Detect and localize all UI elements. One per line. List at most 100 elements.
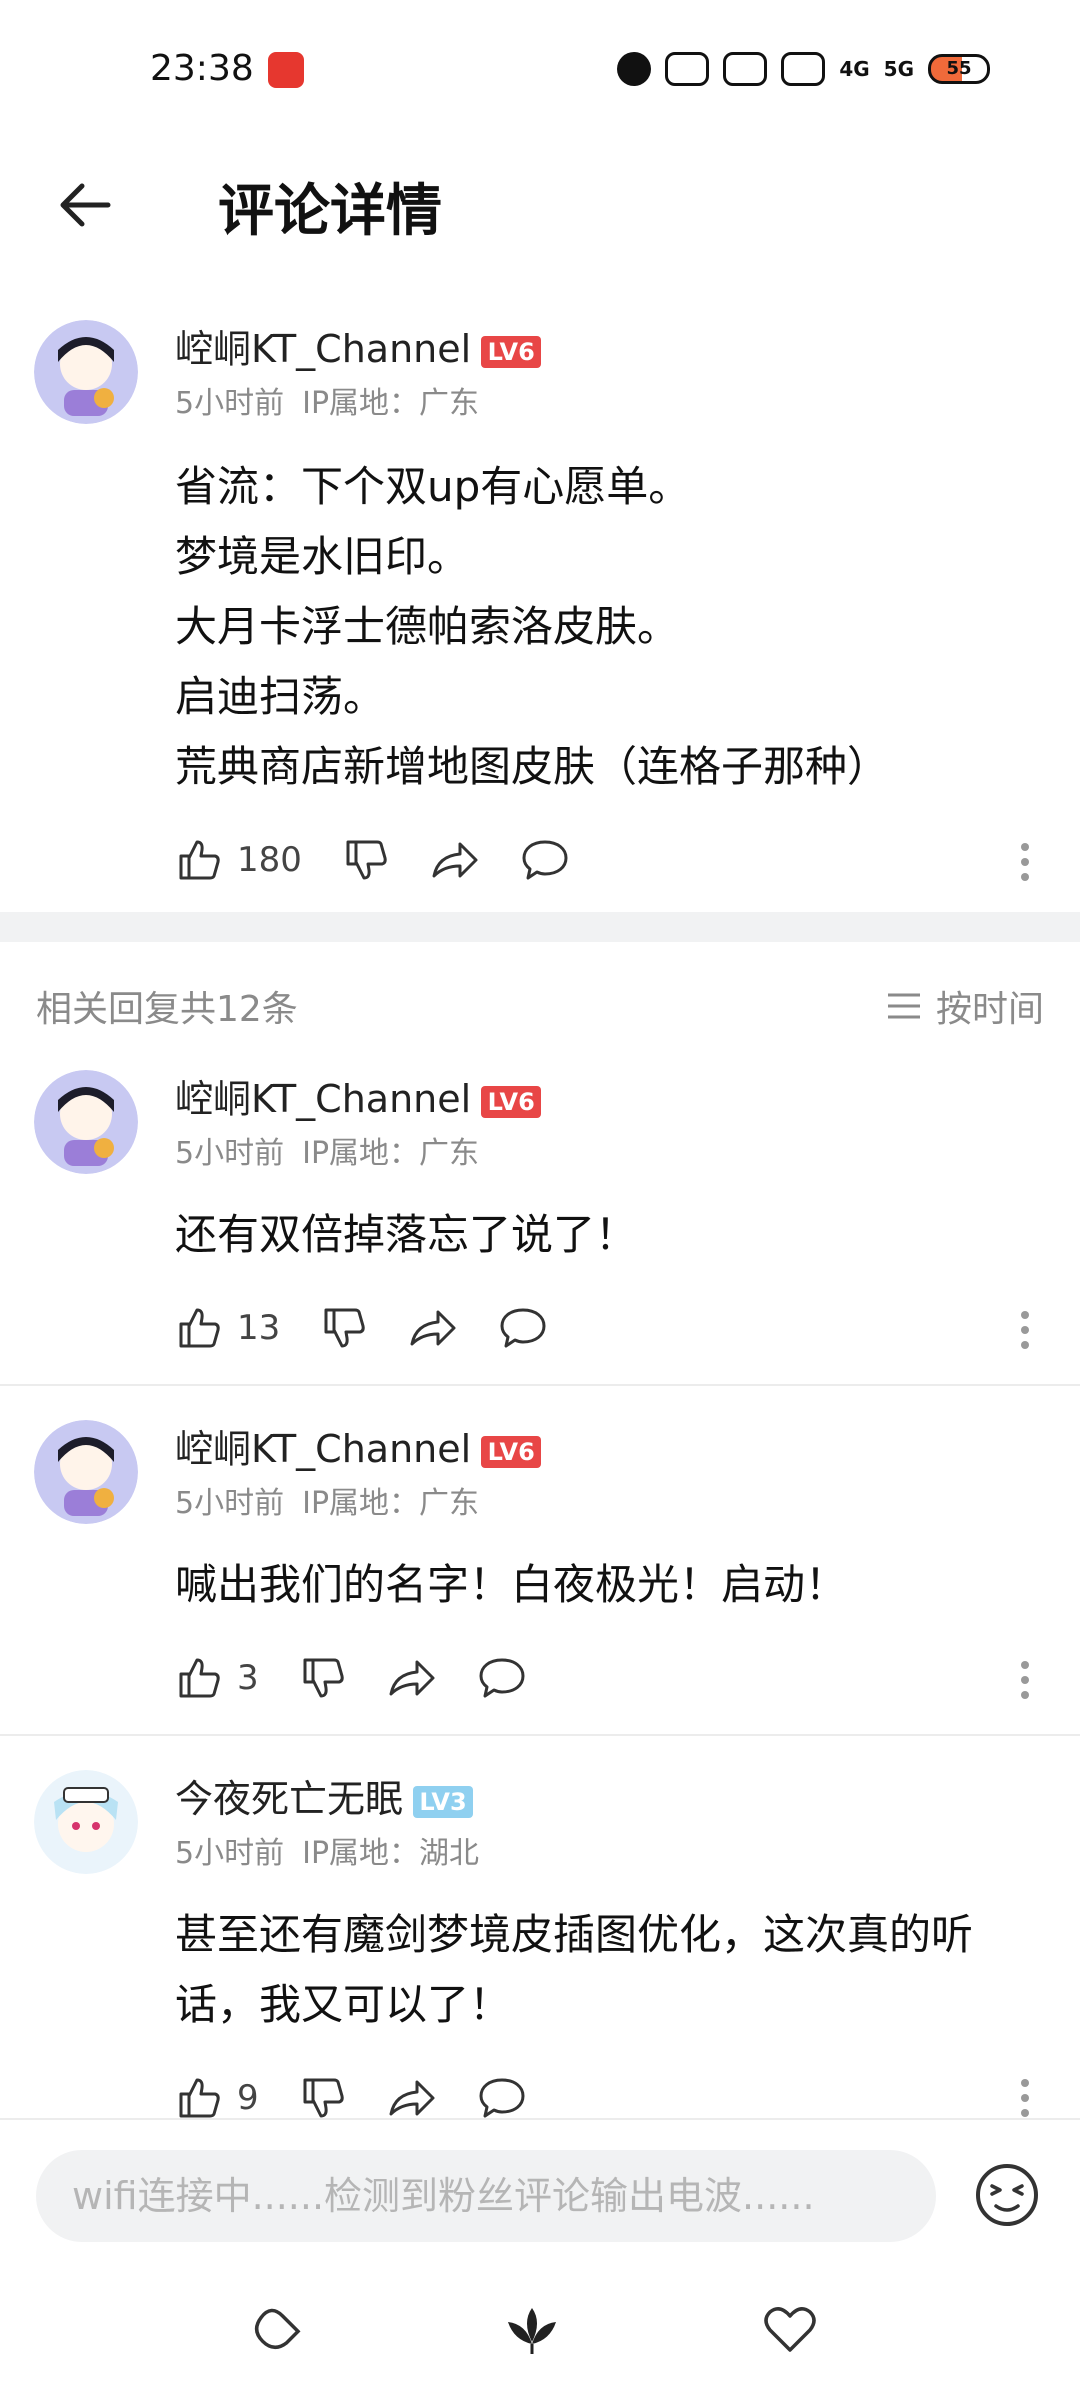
like-count: 13: [237, 1308, 281, 1348]
more-options-button[interactable]: [1020, 842, 1030, 886]
reply-button[interactable]: [477, 1654, 527, 1702]
more-options-button[interactable]: [1020, 2078, 1030, 2118]
like-button[interactable]: 13: [175, 1304, 280, 1352]
share-button[interactable]: [387, 2074, 437, 2118]
more-dots-icon: [1021, 1661, 1029, 1699]
like-count: 180: [237, 840, 302, 880]
back-arrow-icon: [60, 183, 111, 227]
reply-button[interactable]: [520, 836, 570, 884]
comment-time: 5小时前: [175, 1486, 285, 1521]
comment-meta: 5小时前 IP属地：湖北: [175, 1828, 479, 1872]
level-badge: LV6: [481, 1085, 542, 1118]
signal-5g-icon: 5G: [883, 57, 914, 81]
emoji-button[interactable]: [974, 2162, 1040, 2228]
comment-time: 5小时前: [175, 1836, 285, 1871]
comment-line: 荒典商店新增地图皮肤（连格子那种）: [175, 742, 890, 791]
comment-ip: IP属地：广东: [302, 1136, 480, 1171]
avatar[interactable]: [34, 1770, 138, 1874]
dislike-button[interactable]: [299, 2074, 347, 2118]
nav-home-leaf-icon: [508, 2308, 556, 2354]
avatar[interactable]: [34, 1070, 138, 1174]
status-bar: 23:38 4G 5G 55: [0, 0, 1080, 140]
reply-button[interactable]: [498, 1304, 548, 1352]
comment-line: 甚至还有魔剑梦境皮插图优化，这次真的听: [175, 1910, 974, 1959]
username-text: 今夜死亡无眠: [175, 1777, 404, 1821]
hd-icon: [723, 52, 768, 86]
comment-input[interactable]: wifi连接中......检测到粉丝评论输出电波......: [36, 2150, 936, 2242]
replies-header: 相关回复共12条 按时间: [36, 980, 1044, 1036]
comment-ip: IP属地：湖北: [302, 1836, 480, 1871]
comment-text[interactable]: 甚至还有魔剑梦境皮插图优化，这次真的听 话，我又可以了！: [175, 1900, 1035, 2040]
more-dots-icon: [1021, 1311, 1029, 1349]
comment-text[interactable]: 省流：下个双up有心愿单。 梦境是水旧印。 大月卡浮士德帕索洛皮肤。 启迪扫荡。…: [175, 452, 1035, 802]
reply-divider: [0, 1384, 1080, 1386]
thumbs-up-icon: [179, 1308, 220, 1348]
comment-username[interactable]: 崆峒KT_Channel LV6: [175, 1418, 542, 1473]
comment-line: 大月卡浮士德帕索洛皮肤。: [175, 602, 680, 651]
cat-icon: [781, 52, 826, 86]
username-text: 崆峒KT_Channel: [175, 327, 472, 371]
comment-actions: 180: [175, 830, 610, 890]
comment-meta: 5小时前 IP属地：广东: [175, 1128, 479, 1172]
dislike-button[interactable]: [299, 1654, 347, 1702]
nav-home-button[interactable]: [502, 2300, 562, 2360]
level-badge: LV6: [481, 335, 542, 368]
like-button[interactable]: 180: [175, 836, 302, 884]
battery-icon: 55: [928, 54, 990, 84]
comment-text[interactable]: 喊出我们的名字！白夜极光！启动！: [175, 1550, 1035, 1620]
comment-username[interactable]: 今夜死亡无眠 LV3: [175, 1768, 474, 1823]
status-icons: 4G 5G 55: [617, 52, 990, 86]
avatar[interactable]: [34, 1420, 138, 1524]
signal-4g-icon: 4G: [839, 57, 870, 81]
comment-time: 5小时前: [175, 1136, 285, 1171]
more-options-button[interactable]: [1020, 1310, 1030, 1354]
comment-line: 省流：下个双up有心愿单。: [175, 462, 691, 511]
header: 评论详情: [0, 140, 1080, 270]
comment-meta: 5小时前 IP属地：广东: [175, 1478, 479, 1522]
comment-username[interactable]: 崆峒KT_Channel LV6: [175, 318, 542, 373]
comment-time: 5小时前: [175, 386, 285, 421]
nav-recents-button[interactable]: [760, 2300, 820, 2360]
comment-line: 启迪扫荡。: [175, 672, 386, 721]
nav-back-button[interactable]: [244, 2300, 304, 2360]
share-button[interactable]: [387, 1654, 437, 1702]
avatar[interactable]: [34, 320, 138, 424]
thumbs-down-icon: [303, 1658, 344, 1698]
share-button[interactable]: [430, 836, 480, 884]
alarm-icon: [617, 52, 652, 86]
dislike-button[interactable]: [342, 836, 390, 884]
page-title: 评论详情: [218, 179, 442, 244]
thumbs-down-icon: [303, 2078, 344, 2118]
comment-ip: IP属地：广东: [302, 386, 480, 421]
share-icon: [389, 2080, 435, 2116]
bottom-bar: wifi连接中......检测到粉丝评论输出电波......: [0, 2118, 1080, 2402]
main-comment: 崆峒KT_Channel LV6 5小时前 IP属地：广东 省流：下个双up有心愿单…: [0, 310, 1080, 910]
more-dots-icon: [1021, 843, 1029, 881]
share-button[interactable]: [408, 1304, 458, 1352]
dislike-button[interactable]: [320, 1304, 368, 1352]
thumbs-down-icon: [324, 1308, 365, 1348]
thumbs-up-icon: [179, 2078, 220, 2118]
like-count: 9: [237, 2078, 259, 2118]
like-button[interactable]: 3: [175, 1654, 259, 1702]
more-options-button[interactable]: [1020, 1660, 1030, 1704]
like-button[interactable]: 9: [175, 2074, 259, 2118]
comment-actions: 3: [175, 1648, 567, 1708]
thumbs-up-icon: [179, 840, 220, 880]
sort-label: 按时间: [935, 989, 1044, 1030]
comment-line: 话，我又可以了！: [175, 1980, 512, 2029]
share-icon: [389, 1660, 435, 1696]
nav-back-icon: [254, 2308, 301, 2350]
comment-actions: 9: [175, 2068, 567, 2118]
share-icon: [410, 1310, 456, 1346]
thumbs-down-icon: [346, 840, 387, 880]
reply-button[interactable]: [477, 2074, 527, 2118]
section-divider: [0, 912, 1080, 942]
back-button[interactable]: [50, 170, 120, 240]
sort-lines-icon: [887, 993, 920, 1019]
username-text: 崆峒KT_Channel: [175, 1077, 472, 1121]
comment-username[interactable]: 崆峒KT_Channel LV6: [175, 1068, 542, 1123]
comment-text[interactable]: 还有双倍掉落忘了说了！: [175, 1200, 1035, 1270]
sort-button[interactable]: 按时间: [886, 980, 1044, 1032]
emoji-icon: [976, 2164, 1038, 2226]
